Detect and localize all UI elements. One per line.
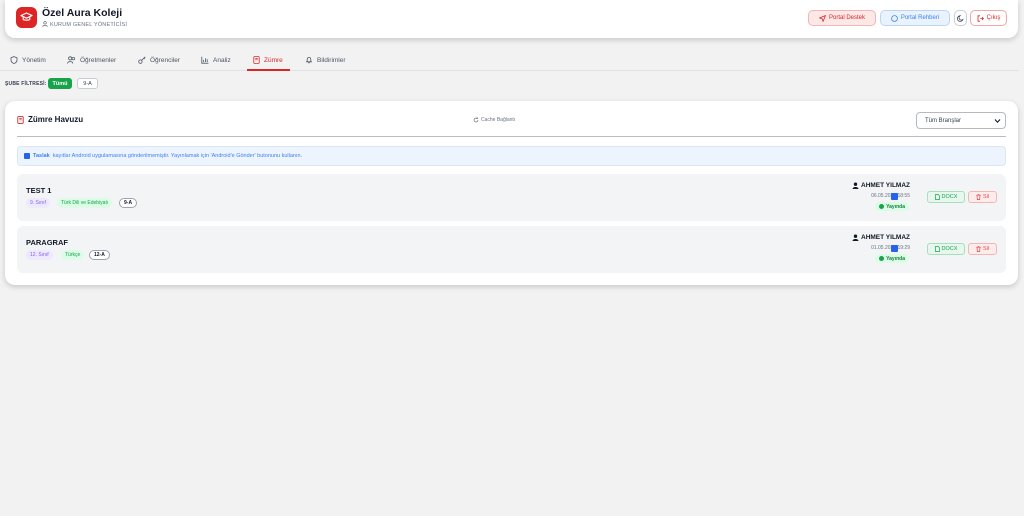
tab-yonetim-label: Yönetim <box>22 56 46 64</box>
cache-link-label: Cache Bağlantı <box>481 117 516 123</box>
bar-chart-icon <box>201 56 209 64</box>
delete-label: Sil <box>982 246 990 252</box>
grade-tag: 12. Sınıf <box>26 250 53 260</box>
branch-tag: 9-A <box>119 198 138 208</box>
tab-bildirimler-label: Bildirimler <box>317 56 346 64</box>
item-title: PARAGRAF <box>26 238 68 247</box>
branch-filter-label: ŞUBE FİLTRESİ: <box>5 81 47 87</box>
author-name: AHMET YILMAZ <box>861 234 910 241</box>
portal-support-label: Portal Destek <box>828 15 865 21</box>
book-icon <box>17 115 24 124</box>
user-icon <box>42 21 48 27</box>
portal-support-button[interactable]: Portal Destek <box>808 10 876 26</box>
status-badge: Yayında <box>875 202 909 211</box>
portal-guide-button[interactable]: Portal Rehberi <box>880 10 950 26</box>
grade-tag: 9. Sınıf <box>26 198 50 208</box>
users-icon <box>67 56 76 64</box>
status-dot-icon <box>879 204 885 209</box>
active-tab-indicator <box>247 69 290 71</box>
card-divider <box>17 136 1006 137</box>
list-item: TEST 1 9. Sınıf Türk Dili ve Edebiyatı 9… <box>17 174 1006 221</box>
author: AHMET YILMAZ <box>852 234 910 241</box>
tab-analiz[interactable]: Analiz <box>201 54 231 66</box>
status-badge: Yayında <box>875 254 909 263</box>
author: AHMET YILMAZ <box>852 182 910 189</box>
teacher-icon <box>852 182 859 189</box>
android-send-icon[interactable] <box>891 245 898 252</box>
tab-ogrenciler[interactable]: Öğrenciler <box>138 54 180 66</box>
docx-label: DOCX <box>941 246 958 252</box>
delete-button[interactable]: Sil <box>968 191 997 203</box>
file-icon <box>934 246 940 252</box>
zumre-pool-card: Zümre Havuzu Cache Bağlantı Tüm Branşlar… <box>5 101 1018 285</box>
status-dot-icon <box>879 256 885 261</box>
file-icon <box>934 194 940 200</box>
cache-link-button[interactable]: Cache Bağlantı <box>473 117 515 123</box>
theme-toggle-button[interactable] <box>954 10 967 26</box>
teacher-icon <box>852 234 859 241</box>
portal-guide-label: Portal Rehberi <box>900 15 940 21</box>
info-icon <box>24 153 30 159</box>
tab-yonetim[interactable]: Yönetim <box>10 54 46 66</box>
subject-tag: Türkçe <box>61 250 85 260</box>
docx-button[interactable]: DOCX <box>927 191 965 203</box>
tab-ogrenciler-label: Öğrenciler <box>150 56 180 64</box>
app-header: Özel Aura Koleji KURUM GENEL YÖNETİCİSİ … <box>5 0 1018 38</box>
info-bold-text: Taslak <box>33 153 50 159</box>
filter-chip-9a[interactable]: 9-A <box>77 78 98 89</box>
branch-select[interactable]: Tüm Branşlar <box>916 112 1006 129</box>
tab-ogretmenler[interactable]: Öğretmenler <box>67 54 116 66</box>
key-icon <box>138 56 146 64</box>
trash-icon <box>976 194 981 200</box>
filter-chip-all[interactable]: Tümü <box>48 78 72 89</box>
tab-ogretmenler-label: Öğretmenler <box>80 56 117 64</box>
branch-tag: 12-A <box>89 250 110 260</box>
tab-bildirimler[interactable]: Bildirimler <box>305 54 346 66</box>
delete-button[interactable]: Sil <box>968 243 997 255</box>
shield-icon <box>10 56 18 64</box>
book-icon <box>253 56 260 64</box>
app-title: Özel Aura Koleji <box>42 7 123 19</box>
author-name: AHMET YILMAZ <box>861 182 910 189</box>
tab-zumre-label: Zümre <box>264 56 283 64</box>
chevron-down-icon <box>994 119 1001 124</box>
docx-label: DOCX <box>941 194 958 200</box>
card-title-label: Zümre Havuzu <box>28 115 84 124</box>
draft-info-banner: Taslak kayıtlar Android uygulamasına gön… <box>17 146 1006 166</box>
card-title: Zümre Havuzu <box>17 115 83 124</box>
logout-label: Çıkış <box>986 15 1001 21</box>
info-text: kayıtlar Android uygulamasına gönderilme… <box>52 153 303 159</box>
subject-tag: Türk Dili ve Edebiyatı <box>57 198 113 208</box>
android-send-icon[interactable] <box>891 193 898 200</box>
graduation-cap-icon <box>16 7 37 28</box>
logout-icon <box>977 14 984 22</box>
info-circle-icon <box>891 14 898 22</box>
item-title: TEST 1 <box>26 186 52 195</box>
branch-select-value: Tüm Branşlar <box>925 117 962 124</box>
main-tabs: Yönetim Öğretmenler Öğrenciler Analiz Zü… <box>0 49 1019 71</box>
send-icon <box>819 14 826 22</box>
status-label: Yayında <box>886 255 905 262</box>
trash-icon <box>976 246 981 252</box>
delete-label: Sil <box>982 194 990 200</box>
docx-button[interactable]: DOCX <box>927 243 965 255</box>
tab-zumre[interactable]: Zümre <box>253 54 283 66</box>
tab-analiz-label: Analiz <box>213 56 231 64</box>
list-item: PARAGRAF 12. Sınıf Türkçe 12-A AHMET YIL… <box>17 226 1006 273</box>
bell-icon <box>305 57 313 64</box>
moon-icon <box>957 14 964 22</box>
refresh-icon <box>473 117 479 123</box>
logout-button[interactable]: Çıkış <box>970 10 1007 26</box>
status-label: Yayında <box>886 203 905 210</box>
user-role-label: KURUM GENEL YÖNETİCİSİ <box>50 22 128 28</box>
user-role: KURUM GENEL YÖNETİCİSİ <box>42 21 127 28</box>
